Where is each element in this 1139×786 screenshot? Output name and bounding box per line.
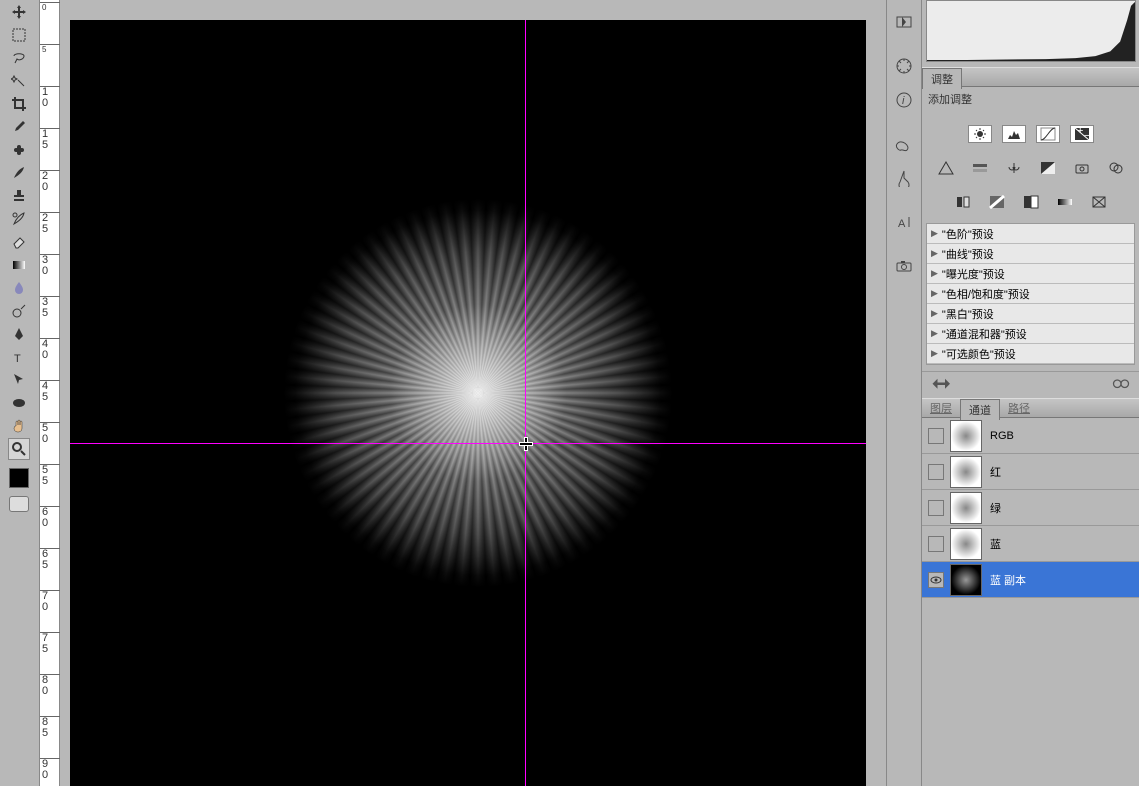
channels-panel-tabs: 图层 通道 路径 (922, 398, 1139, 418)
adjustment-presets-list: ▶"色阶"预设 ▶"曲线"预设 ▶"曝光度"预设 ▶"色相/饱和度"预设 ▶"黑… (926, 223, 1135, 365)
healing-tool[interactable] (8, 139, 30, 161)
foreground-color-swatch[interactable] (9, 468, 29, 488)
channel-green[interactable]: 绿 (922, 490, 1139, 526)
preset-item[interactable]: ▶"黑白"预设 (927, 304, 1134, 324)
svg-text:A: A (898, 218, 906, 230)
layers-tab[interactable]: 图层 (922, 398, 960, 418)
selective-color-icon[interactable] (1087, 193, 1111, 211)
threshold-icon[interactable] (1019, 193, 1043, 211)
levels-icon[interactable] (1002, 125, 1026, 143)
channel-blue[interactable]: 蓝 (922, 526, 1139, 562)
canvas[interactable] (70, 20, 866, 786)
color-panel-icon[interactable] (892, 132, 916, 156)
channel-thumbnail (950, 528, 982, 560)
move-tool[interactable] (8, 1, 30, 23)
marquee-tool[interactable] (8, 24, 30, 46)
cursor-crosshair (520, 438, 532, 450)
adjustments-tab[interactable]: 调整 (922, 68, 962, 89)
paths-tab[interactable]: 路径 (1000, 398, 1038, 418)
visibility-toggle[interactable] (928, 572, 944, 588)
hue-sat-icon[interactable] (968, 159, 992, 177)
svg-text:−: − (1084, 130, 1090, 141)
crop-tool[interactable] (8, 93, 30, 115)
channel-blue-copy[interactable]: 蓝 副本 (922, 562, 1139, 598)
visibility-toggle[interactable] (928, 428, 944, 444)
pen-tool[interactable] (8, 323, 30, 345)
preset-item[interactable]: ▶"曲线"预设 (927, 244, 1134, 264)
gradient-map-icon[interactable] (1053, 193, 1077, 211)
brush-tool[interactable] (8, 162, 30, 184)
eraser-tool[interactable] (8, 231, 30, 253)
type-tool[interactable]: T (8, 346, 30, 368)
adjustments-panel-body: +− ▶"色阶"预设 ▶"曲线"预设 ▶"曝光度"预设 ▶"色相/饱和度"预设 … (922, 111, 1139, 371)
color-balance-icon[interactable] (1002, 159, 1026, 177)
black-white-icon[interactable] (1036, 159, 1060, 177)
adjustments-footer (922, 371, 1139, 396)
info-panel-icon[interactable]: i (892, 88, 916, 112)
photo-filter-icon[interactable] (1070, 159, 1094, 177)
history-brush-tool[interactable] (8, 208, 30, 230)
camera-panel-icon[interactable] (892, 254, 916, 278)
path-select-tool[interactable] (8, 369, 30, 391)
invert-icon[interactable] (951, 193, 975, 211)
preset-item[interactable]: ▶"通道混和器"预设 (927, 324, 1134, 344)
canvas-area: 0 5 10 15 20 25 30 35 40 45 50 55 60 65 … (40, 0, 886, 786)
wand-tool[interactable] (8, 70, 30, 92)
channels-panel: 图层 通道 路径 RGB 红 绿 蓝 (922, 398, 1139, 598)
adjustments-subtitle: 添加调整 (922, 87, 1139, 111)
posterize-icon[interactable] (985, 193, 1009, 211)
expand-icon[interactable] (930, 376, 950, 392)
channels-tab[interactable]: 通道 (960, 399, 1000, 420)
channel-thumbnail (950, 492, 982, 524)
clip-icon[interactable] (1111, 376, 1131, 392)
icon-dock: i A (886, 0, 922, 786)
gradient-tool[interactable] (8, 254, 30, 276)
eye-icon (930, 575, 942, 585)
channel-red[interactable]: 红 (922, 454, 1139, 490)
visibility-toggle[interactable] (928, 500, 944, 516)
dodge-tool[interactable] (8, 300, 30, 322)
curves-icon[interactable] (1036, 125, 1060, 143)
channel-mixer-icon[interactable] (1104, 159, 1128, 177)
channel-thumbnail (950, 564, 982, 596)
visibility-toggle[interactable] (928, 536, 944, 552)
brightness-contrast-icon[interactable] (968, 125, 992, 143)
preset-item[interactable]: ▶"曝光度"预设 (927, 264, 1134, 284)
svg-text:T: T (14, 353, 21, 365)
visibility-toggle[interactable] (928, 464, 944, 480)
preset-item[interactable]: ▶"色相/饱和度"预设 (927, 284, 1134, 304)
horizontal-guide[interactable] (70, 443, 866, 444)
hand-tool[interactable] (8, 415, 30, 437)
vibrance-icon[interactable] (934, 159, 958, 177)
preset-item[interactable]: ▶"可选颜色"预设 (927, 344, 1134, 364)
svg-text:+: + (1077, 127, 1083, 137)
character-panel-icon[interactable]: A (892, 210, 916, 234)
history-panel-icon[interactable] (892, 10, 916, 34)
vertical-ruler: 0 5 10 15 20 25 30 35 40 45 50 55 60 65 … (40, 0, 60, 786)
stamp-tool[interactable] (8, 185, 30, 207)
blur-tool[interactable] (8, 277, 30, 299)
channel-rgb[interactable]: RGB (922, 418, 1139, 454)
channel-thumbnail (950, 456, 982, 488)
exposure-icon[interactable]: +− (1070, 125, 1094, 143)
quick-mask-toggle[interactable] (9, 496, 29, 512)
preset-item[interactable]: ▶"色阶"预设 (927, 224, 1134, 244)
zoom-tool[interactable] (8, 438, 30, 460)
svg-text:i: i (902, 95, 905, 107)
eyedropper-tool[interactable] (8, 116, 30, 138)
shape-tool[interactable] (8, 392, 30, 414)
right-panels: 调整 添加调整 +− ▶"色阶"预设 ▶"曲线"预设 ▶"曝光度" (922, 0, 1139, 786)
histogram-panel[interactable] (926, 0, 1136, 62)
swatches-panel-icon[interactable] (892, 166, 916, 190)
navigator-panel-icon[interactable] (892, 54, 916, 78)
radial-burst-artwork (228, 143, 728, 643)
adjustments-panel-tabs: 调整 (922, 67, 1139, 87)
vertical-guide[interactable] (525, 20, 526, 786)
channel-thumbnail (950, 420, 982, 452)
toolbar: T (0, 0, 40, 786)
lasso-tool[interactable] (8, 47, 30, 69)
